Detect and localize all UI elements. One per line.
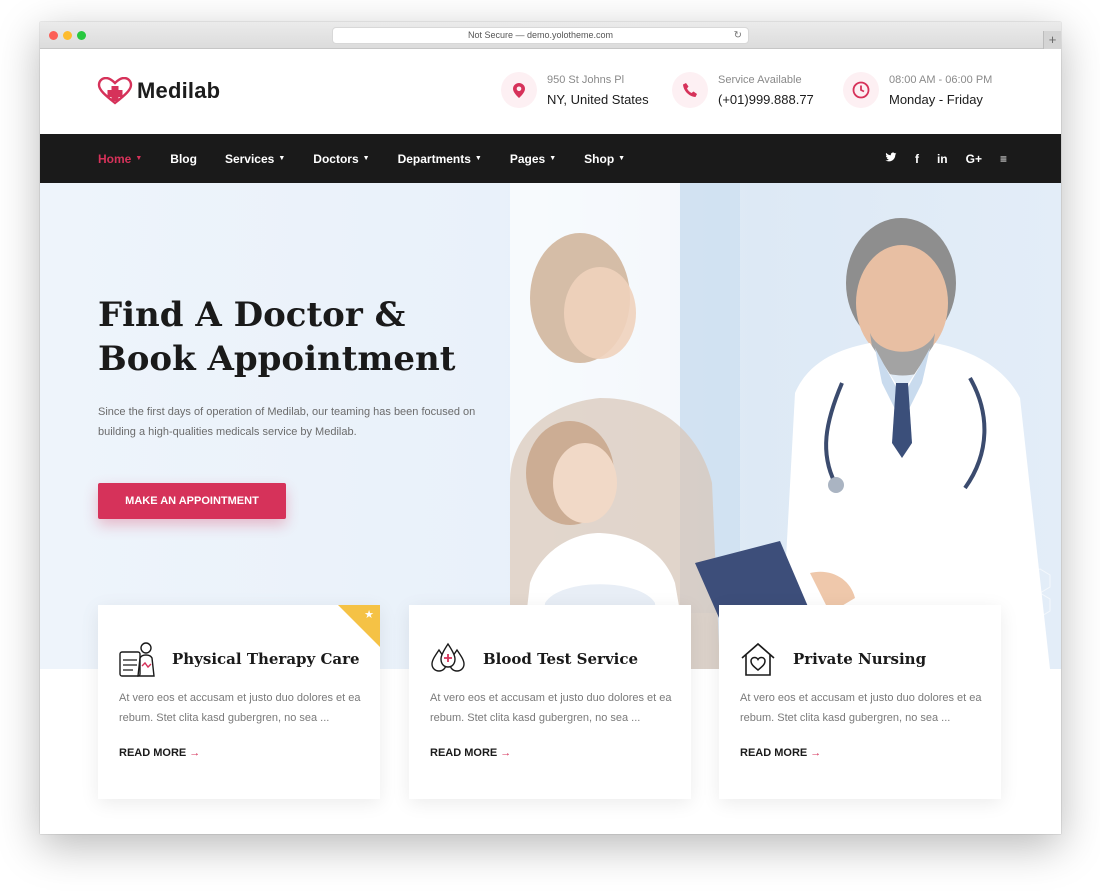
chevron-down-icon: ▼ xyxy=(362,155,370,162)
nav-label: Services xyxy=(224,151,275,166)
social-links: f in G+ ≡ xyxy=(867,134,1007,183)
arrow-right-icon: → xyxy=(189,747,201,759)
read-more-link[interactable]: READ MORE → xyxy=(119,747,200,759)
hours-info: 08:00 AM - 06:00 PM Monday - Friday xyxy=(843,72,992,108)
hours-time: 08:00 AM - 06:00 PM xyxy=(889,73,993,86)
nav-label: Shop xyxy=(584,151,615,166)
minimize-window-button[interactable] xyxy=(63,31,72,40)
service-card-private-nursing: Private Nursing At vero eos et accusam e… xyxy=(719,605,1001,799)
new-tab-button[interactable]: + xyxy=(1043,31,1061,49)
url-text: Not Secure — demo.yolotheme.com xyxy=(467,30,614,40)
chevron-down-icon: ▼ xyxy=(618,155,626,162)
facebook-icon[interactable]: f xyxy=(915,152,919,166)
hero-section: Find A Doctor & Book Appointment Since t… xyxy=(40,183,1061,669)
card-title: Private Nursing xyxy=(793,650,927,668)
phone-icon xyxy=(672,72,708,108)
hero-title-line2: Book Appointment xyxy=(98,339,456,379)
address-line2: NY, United States xyxy=(547,91,649,107)
nav-label: Blog xyxy=(170,151,197,166)
hero-subtitle: Since the first days of operation of Med… xyxy=(98,406,476,438)
linkedin-icon[interactable]: in xyxy=(937,152,948,166)
nav-label: Doctors xyxy=(313,151,359,166)
google-plus-icon[interactable]: G+ xyxy=(966,152,982,166)
browser-toolbar: Not Secure — demo.yolotheme.com ↻ + xyxy=(40,22,1061,49)
nav-item-services[interactable]: Services ▼ xyxy=(225,152,285,166)
home-heart-icon xyxy=(741,642,775,676)
nav-item-shop[interactable]: Shop ▼ xyxy=(584,152,625,166)
read-more-label: READ MORE xyxy=(430,747,498,759)
zoom-window-button[interactable] xyxy=(77,31,86,40)
location-pin-icon xyxy=(501,72,537,108)
service-card-physical-therapy: ★ Physical Therapy Care At vero eos et a… xyxy=(98,605,380,799)
chevron-down-icon: ▼ xyxy=(474,155,482,162)
clock-icon xyxy=(843,72,879,108)
nav-item-departments[interactable]: Departments ▼ xyxy=(398,152,482,166)
doctor-patients-photo xyxy=(510,218,1051,669)
read-more-label: READ MORE xyxy=(119,747,187,759)
hours-days: Monday - Friday xyxy=(889,91,983,107)
service-card-blood-test: Blood Test Service At vero eos et accusa… xyxy=(409,605,691,799)
logo[interactable]: Medilab xyxy=(97,77,220,105)
twitter-icon[interactable] xyxy=(885,152,897,166)
nav-item-blog[interactable]: Blog xyxy=(170,152,197,166)
nav-item-pages[interactable]: Pages ▼ xyxy=(510,152,556,166)
card-text: At vero eos et accusam et justo duo dolo… xyxy=(119,692,361,724)
close-window-button[interactable] xyxy=(49,31,58,40)
nav-label: Home xyxy=(98,151,132,166)
main-navigation: Home ▼ Blog Services ▼ Doctors ▼ Department… xyxy=(40,134,1061,183)
chevron-down-icon: ▼ xyxy=(135,155,143,162)
make-appointment-button[interactable]: MAKE AN APPOINTMENT xyxy=(98,483,286,519)
arrow-right-icon: → xyxy=(810,747,822,759)
hero-title: Find A Doctor & Book Appointment xyxy=(98,293,455,381)
address-line1: 950 St Johns Pl xyxy=(547,73,625,86)
service-label: Service Available xyxy=(718,73,802,86)
reload-icon[interactable]: ↻ xyxy=(734,28,742,43)
card-title: Blood Test Service xyxy=(483,650,639,668)
browser-window: Not Secure — demo.yolotheme.com ↻ + Medi… xyxy=(40,22,1061,834)
card-text: At vero eos et accusam et justo duo dolo… xyxy=(740,692,982,724)
therapy-icon xyxy=(119,642,155,677)
phone-number[interactable]: (+01)999.888.77 xyxy=(718,92,814,107)
read-more-label: READ MORE xyxy=(740,747,808,759)
nav-label: Pages xyxy=(509,151,546,166)
read-more-link[interactable]: READ MORE → xyxy=(430,747,511,759)
read-more-link[interactable]: READ MORE → xyxy=(740,747,821,759)
phone-info: Service Available (+01)999.888.77 xyxy=(672,72,814,108)
address-bar[interactable]: Not Secure — demo.yolotheme.com ↻ xyxy=(332,27,749,44)
nav-label: Departments xyxy=(397,151,471,166)
heart-cross-logo-icon xyxy=(97,77,133,105)
logo-text: Medilab xyxy=(137,78,221,103)
chevron-down-icon: ▼ xyxy=(549,155,557,162)
card-title: Physical Therapy Care xyxy=(172,650,360,668)
nav-item-home[interactable]: Home ▼ xyxy=(98,152,142,166)
star-icon: ★ xyxy=(364,609,374,621)
nav-item-doctors[interactable]: Doctors ▼ xyxy=(313,152,369,166)
menu-icon[interactable]: ≡ xyxy=(1000,152,1007,166)
card-text: At vero eos et accusam et justo duo dolo… xyxy=(430,692,672,724)
address-info: 950 St Johns Pl NY, United States xyxy=(501,72,649,108)
arrow-right-icon: → xyxy=(500,747,512,759)
site-header: Medilab 950 St Johns Pl NY, United State… xyxy=(40,49,1061,134)
chevron-down-icon: ▼ xyxy=(278,155,286,162)
blood-drops-icon xyxy=(431,642,465,672)
hero-title-line1: Find A Doctor & xyxy=(98,295,406,335)
